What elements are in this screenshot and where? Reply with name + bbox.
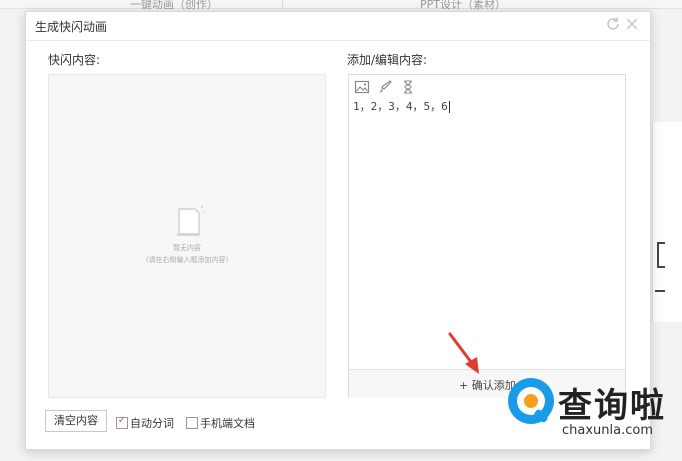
background-glyph [657, 242, 665, 268]
flash-content-preview: 暂无内容 (请在右侧输入框添加内容) [48, 74, 326, 398]
watermark-url: chaxunla.com [562, 423, 653, 438]
hourglass-icon[interactable] [400, 79, 416, 95]
watermark: 查询啦 chaxunla.com [500, 372, 682, 461]
flash-content-label: 快闪内容: [48, 53, 101, 67]
dialog-titlebar: 生成快闪动画 [26, 12, 650, 41]
mobile-doc-label[interactable]: 手机端文档 [200, 415, 255, 431]
annotation-arrow-icon [448, 332, 479, 374]
clear-content-button[interactable]: 清空内容 [45, 410, 107, 432]
content-editor[interactable]: 1，2，3，4，5，6 + 确认添加 [348, 74, 626, 398]
background-document-edge [652, 122, 682, 322]
dialog-title: 生成快闪动画 [35, 20, 108, 34]
editor-input[interactable]: 1，2，3，4，5，6 [353, 98, 450, 114]
edit-content-label: 添加/编辑内容: [347, 53, 428, 67]
brush-icon[interactable] [377, 79, 393, 95]
empty-document-icon [177, 206, 205, 236]
image-icon[interactable] [354, 79, 370, 95]
auto-split-checkbox[interactable]: ✓ [116, 415, 128, 429]
close-icon[interactable] [623, 16, 641, 34]
background-glyph [655, 290, 665, 292]
text-caret [448, 101, 450, 113]
auto-split-label[interactable]: 自动分词 [130, 415, 174, 431]
watermark-text: 查询啦 [558, 386, 666, 426]
refresh-icon[interactable] [604, 16, 622, 34]
background-tab-divider [282, 0, 283, 8]
mobile-doc-checkbox[interactable] [186, 417, 198, 429]
background-toolbar: 一键动画（创作） PPT设计（素材） [0, 0, 682, 11]
check-mark-icon: ✓ [117, 415, 127, 426]
empty-state-title: 暂无内容 [173, 244, 201, 252]
editor-value: 1，2，3，4，5，6 [353, 100, 448, 113]
empty-state-hint: (请在右侧输入框添加内容) [145, 256, 229, 264]
